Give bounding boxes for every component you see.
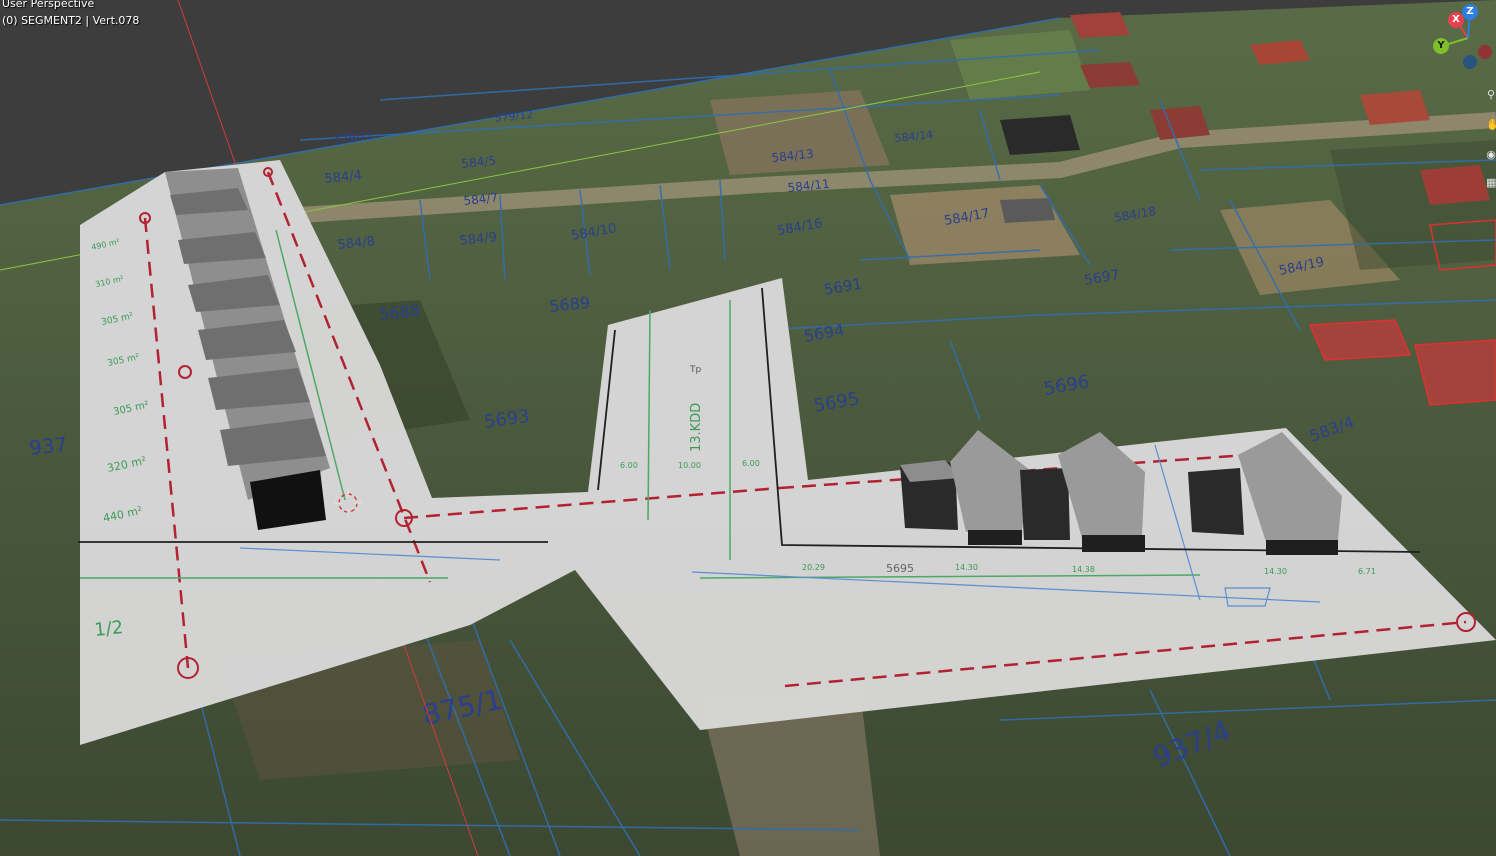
parcel-label: 937 bbox=[28, 432, 68, 460]
dimension-label: 20.29 bbox=[802, 563, 825, 572]
dimension-label: 6.71 bbox=[1358, 567, 1376, 576]
dimension-label: 6.00 bbox=[620, 461, 638, 470]
road-label: 13.KDD bbox=[689, 403, 704, 452]
zoom-icon[interactable]: ⚲ bbox=[1486, 88, 1496, 102]
dimension-label: 10.00 bbox=[678, 461, 701, 470]
dimension-label: 14.30 bbox=[955, 563, 978, 572]
gizmo-x-axis[interactable]: X bbox=[1448, 12, 1464, 28]
dimension-label: 14.30 bbox=[1264, 567, 1287, 576]
3d-viewport[interactable]: 584/4 584/5 584/7 584/8 584/9 584/10 584… bbox=[0, 0, 1496, 856]
camera-icon[interactable]: ◉ bbox=[1486, 148, 1496, 162]
view-perspective-label: User Perspective bbox=[2, 0, 95, 10]
grid-icon[interactable]: ▦ bbox=[1486, 176, 1496, 190]
viewport-scene[interactable]: 584/4 584/5 584/7 584/8 584/9 584/10 584… bbox=[0, 0, 1496, 856]
pan-hand-icon[interactable]: ✋ bbox=[1486, 118, 1496, 132]
gizmo-z-axis[interactable]: Z bbox=[1462, 4, 1478, 20]
top-label: Tp bbox=[689, 365, 701, 375]
gizmo-neg-x[interactable] bbox=[1478, 45, 1492, 59]
dimension-label: 6.00 bbox=[742, 459, 760, 468]
active-object-info: (0) SEGMENT2 | Vert.078 bbox=[2, 14, 140, 27]
fraction-label: 1/2 bbox=[93, 617, 124, 641]
gizmo-y-axis[interactable]: Y bbox=[1433, 38, 1449, 54]
dimension-label: 5695 bbox=[886, 562, 914, 575]
gizmo-neg-z[interactable] bbox=[1463, 55, 1477, 69]
dimension-label: 14.38 bbox=[1072, 565, 1095, 574]
